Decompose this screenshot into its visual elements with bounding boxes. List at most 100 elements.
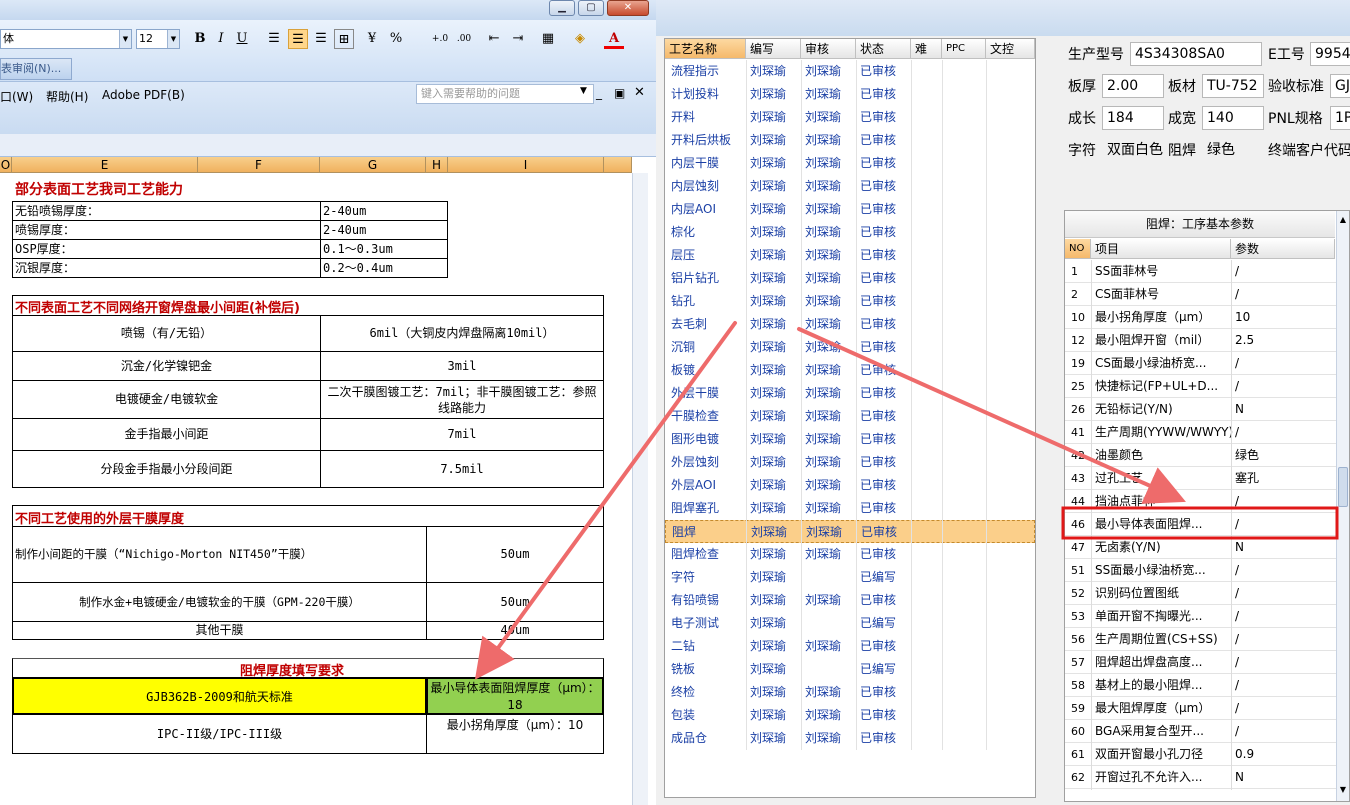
cell-label[interactable]: 喷锡（有/无铅） <box>12 315 321 352</box>
process-row[interactable]: 铝片钻孔 刘琛瑜 刘琛瑜 已审核 <box>665 267 1035 290</box>
process-row[interactable]: 外层蚀刻 刘琛瑜 刘琛瑜 已审核 <box>665 451 1035 474</box>
increase-decimal-button[interactable]: +.0 <box>430 29 450 49</box>
process-row[interactable]: 成品仓 刘琛瑜 刘琛瑜 已审核 <box>665 727 1035 750</box>
cell-label[interactable]: GJB362B-2009和航天标准 <box>12 677 427 715</box>
scroll-up-icon[interactable]: ▲ <box>1338 215 1348 227</box>
process-row[interactable]: 外层干膜 刘琛瑜 刘琛瑜 已审核 <box>665 382 1035 405</box>
param-row[interactable]: 62 开窗过孔不允许入... N <box>1065 766 1337 789</box>
cell-label[interactable]: IPC-II级/IPC-III级 <box>12 714 427 754</box>
menu-help[interactable]: 帮助(H) <box>46 88 88 105</box>
param-row[interactable]: 12 最小阻焊开窗（mil） 2.5 <box>1065 329 1337 352</box>
cell-label[interactable]: 无铅喷锡厚度： <box>12 201 321 221</box>
process-row[interactable]: 棕化 刘琛瑜 刘琛瑜 已审核 <box>665 221 1035 244</box>
param-row[interactable]: 56 生产周期位置(CS+SS) / <box>1065 628 1337 651</box>
cell-value[interactable]: 最小导体表面阻焊厚度（μm）：18 <box>426 677 604 715</box>
cell-value[interactable]: 0.1～0.3um <box>320 239 448 259</box>
cell-value[interactable]: 50um <box>426 526 604 583</box>
process-row[interactable]: 电子测试 刘琛瑜 已编写 <box>665 612 1035 635</box>
font-color-button[interactable]: A <box>604 29 624 49</box>
borders-icon[interactable]: ▦ <box>538 29 558 49</box>
font-name-select[interactable]: 体 ▼ <box>0 29 132 49</box>
col-header[interactable]: 参数 <box>1231 239 1335 259</box>
param-row[interactable]: 46 最小导体表面阻焊... / <box>1065 513 1337 536</box>
currency-icon[interactable]: ¥ <box>362 29 382 49</box>
percent-button[interactable]: % <box>386 29 406 49</box>
menu-adobe-pdf[interactable]: Adobe PDF(B) <box>102 88 185 102</box>
decrease-decimal-button[interactable]: .00 <box>454 29 474 49</box>
param-row[interactable]: 41 生产周期(YYWW/WWYY) / <box>1065 421 1337 444</box>
cell-label[interactable]: 制作水金+电镀硬金/电镀软金的干膜（GPM-220干膜） <box>12 582 427 622</box>
col-header[interactable]: 工艺名称 <box>665 39 746 59</box>
cell-label[interactable]: 其他干膜 <box>12 621 427 640</box>
cell-value[interactable]: 0.2～0.4um <box>320 258 448 278</box>
length-field[interactable]: 184 <box>1102 106 1164 130</box>
process-row[interactable]: 外层AOI 刘琛瑜 刘琛瑜 已审核 <box>665 474 1035 497</box>
process-row[interactable]: 流程指示 刘琛瑜 刘琛瑜 已审核 <box>665 60 1035 83</box>
model-field[interactable]: 4S34308SA0 <box>1130 42 1262 66</box>
process-row[interactable]: 阻焊 刘琛瑜 刘琛瑜 已审核 <box>665 520 1035 543</box>
scroll-thumb[interactable] <box>1338 467 1348 507</box>
menu-window[interactable]: 口(W) <box>0 88 33 105</box>
param-row[interactable]: 1 SS面菲林号 / <box>1065 260 1337 283</box>
minimize-icon[interactable]: _ <box>596 86 602 100</box>
param-row[interactable]: 58 基材上的最小阻焊... / <box>1065 674 1337 697</box>
width-field[interactable]: 140 <box>1202 106 1264 130</box>
formula-bar[interactable] <box>0 134 656 157</box>
process-row[interactable]: 内层干膜 刘琛瑜 刘琛瑜 已审核 <box>665 152 1035 175</box>
chevron-down-icon[interactable]: ▼ <box>580 86 587 96</box>
maximize-button[interactable]: ▢ <box>578 0 604 16</box>
col-header[interactable]: 编写 <box>746 39 801 59</box>
mask-field[interactable]: 绿色 <box>1202 138 1264 162</box>
process-row[interactable]: 字符 刘琛瑜 已编写 <box>665 566 1035 589</box>
material-field[interactable]: TU-752 <box>1202 74 1264 98</box>
param-row[interactable]: 61 双面开窗最小孔刀径 0.9 <box>1065 743 1337 766</box>
process-row[interactable]: 层压 刘琛瑜 刘琛瑜 已审核 <box>665 244 1035 267</box>
param-row[interactable]: 51 SS面最小绿油桥宽... / <box>1065 559 1337 582</box>
increase-indent-icon[interactable]: ⇥ <box>508 29 528 49</box>
cell-label[interactable]: OSP厚度： <box>12 239 321 259</box>
col-header[interactable]: I <box>448 157 604 173</box>
close-button[interactable]: ✕ <box>607 0 649 16</box>
param-row[interactable]: 44 挡油点菲林 / <box>1065 490 1337 513</box>
thickness-field[interactable]: 2.00 <box>1102 74 1164 98</box>
col-header[interactable] <box>604 157 632 173</box>
process-row[interactable]: 阻焊检查 刘琛瑜 刘琛瑜 已审核 <box>665 543 1035 566</box>
process-row[interactable]: 沉铜 刘琛瑜 刘琛瑜 已审核 <box>665 336 1035 359</box>
merge-center-icon[interactable]: ⊞ <box>334 29 354 49</box>
param-row[interactable]: 42 油墨颜色 绿色 <box>1065 444 1337 467</box>
col-header[interactable]: 难 <box>911 39 942 59</box>
underline-button[interactable]: U <box>232 29 252 49</box>
col-header[interactable]: E <box>12 157 198 173</box>
param-row[interactable]: 25 快捷标记(FP+UL+D... / <box>1065 375 1337 398</box>
param-row[interactable]: 47 无卤素(Y/N) N <box>1065 536 1337 559</box>
cell-label[interactable]: 沉银厚度： <box>12 258 321 278</box>
col-header[interactable]: F <box>198 157 320 173</box>
param-row[interactable]: 19 CS面最小绿油桥宽... / <box>1065 352 1337 375</box>
process-row[interactable]: 铣板 刘琛瑜 已编写 <box>665 658 1035 681</box>
process-row[interactable]: 有铅喷锡 刘琛瑜 刘琛瑜 已审核 <box>665 589 1035 612</box>
cell-label[interactable]: 沉金/化学镍钯金 <box>12 351 321 381</box>
char-field[interactable]: 双面白色 <box>1102 138 1164 162</box>
param-row[interactable]: 2 CS面菲林号 / <box>1065 283 1337 306</box>
align-left-icon[interactable]: ☰ <box>264 29 284 49</box>
col-header[interactable]: 文控 <box>986 39 1035 59</box>
cell-value[interactable]: 2-40um <box>320 220 448 240</box>
help-search-input[interactable]: 键入需要帮助的问题 <box>416 84 594 104</box>
standard-field[interactable]: GJ <box>1330 74 1350 98</box>
process-row[interactable]: 开料 刘琛瑜 刘琛瑜 已审核 <box>665 106 1035 129</box>
col-header[interactable]: PPC <box>942 39 986 59</box>
process-row[interactable]: 开料后烘板 刘琛瑜 刘琛瑜 已审核 <box>665 129 1035 152</box>
restore-icon[interactable]: ▣ <box>614 86 625 100</box>
bold-button[interactable]: B <box>190 29 210 49</box>
review-toolbar-button[interactable]: 表审阅(N)... <box>0 58 72 80</box>
process-row[interactable]: 内层AOI 刘琛瑜 刘琛瑜 已审核 <box>665 198 1035 221</box>
param-row[interactable]: 60 BGA采用复合型开... / <box>1065 720 1337 743</box>
col-header[interactable]: O <box>0 157 12 173</box>
cell-label[interactable]: 制作小间距的干膜（“Nichigo-Morton NIT450”干膜） <box>12 526 427 583</box>
process-row[interactable]: 阻焊塞孔 刘琛瑜 刘琛瑜 已审核 <box>665 497 1035 520</box>
cell-label[interactable]: 分段金手指最小分段间距 <box>12 450 321 488</box>
process-row[interactable]: 内层蚀刻 刘琛瑜 刘琛瑜 已审核 <box>665 175 1035 198</box>
col-header[interactable]: 状态 <box>856 39 911 59</box>
cell-value[interactable]: 50um <box>426 582 604 622</box>
col-header[interactable]: G <box>320 157 426 173</box>
